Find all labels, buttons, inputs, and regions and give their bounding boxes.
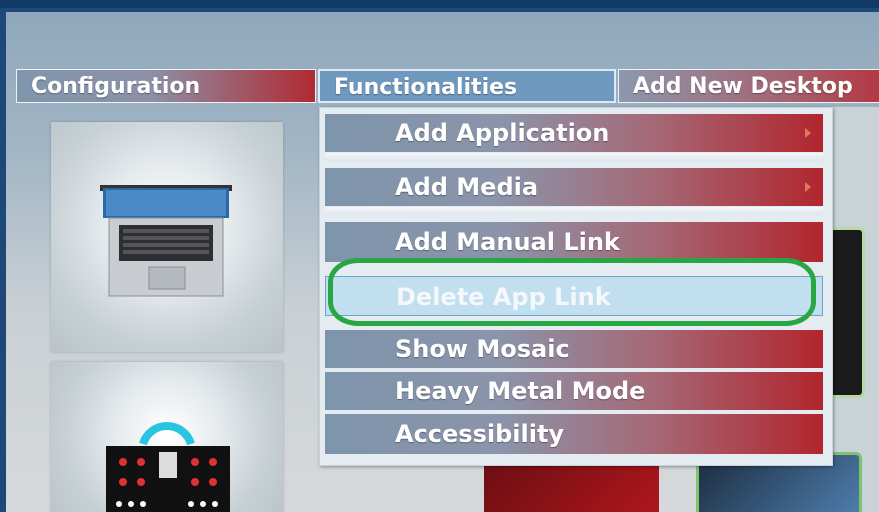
menu-item-heavy-metal-mode[interactable]: Heavy Metal Mode: [325, 372, 823, 410]
laptop-icon: [100, 185, 232, 297]
tab-configuration[interactable]: Configuration: [16, 69, 316, 103]
desktop-area: Configuration Functionalities Add New De…: [6, 12, 879, 512]
menu-item-label: Delete App Link: [396, 283, 611, 311]
controller-tile[interactable]: [51, 362, 283, 512]
music-controller-icon: [106, 422, 230, 512]
laptop-tile[interactable]: [51, 122, 283, 352]
submenu-arrow-icon: [805, 182, 811, 192]
menu-item-label: Add Application: [395, 119, 610, 147]
menu-item-show-mosaic[interactable]: Show Mosaic: [325, 330, 823, 368]
menu-item-label: Accessibility: [395, 420, 565, 448]
title-bar: [0, 0, 879, 8]
window-frame: Configuration Functionalities Add New De…: [0, 0, 879, 512]
menu-item-accessibility[interactable]: Accessibility: [325, 414, 823, 454]
menu-item-label: Show Mosaic: [395, 335, 570, 363]
tab-bar: Configuration Functionalities Add New De…: [16, 69, 879, 105]
menu-item-label: Add Manual Link: [395, 228, 620, 256]
tab-add-new-desktop[interactable]: Add New Desktop: [618, 69, 879, 103]
menu-separator: [325, 207, 823, 215]
menu-separator: [325, 153, 823, 161]
menu-item-add-media[interactable]: Add Media: [325, 168, 823, 206]
submenu-arrow-icon: [805, 128, 811, 138]
menu-item-add-manual-link[interactable]: Add Manual Link: [325, 222, 823, 262]
functionalities-menu: Add Application Add Media Add Manual Lin…: [319, 107, 833, 466]
menu-item-delete-app-link[interactable]: Delete App Link: [325, 276, 823, 316]
menu-item-label: Add Media: [395, 173, 539, 201]
tab-functionalities[interactable]: Functionalities: [318, 69, 616, 103]
menu-item-label: Heavy Metal Mode: [395, 377, 646, 405]
menu-item-add-application[interactable]: Add Application: [325, 114, 823, 152]
